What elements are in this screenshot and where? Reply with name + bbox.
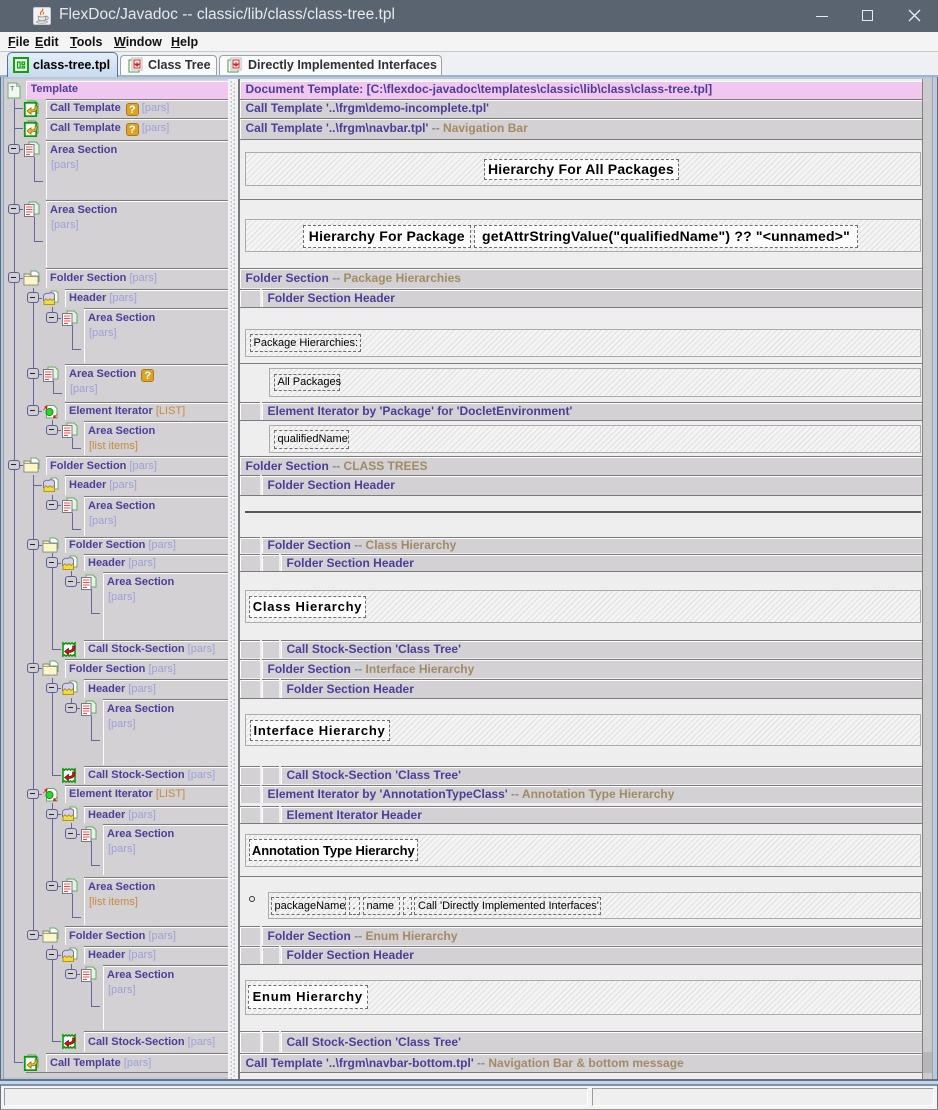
svg-text:T: T — [10, 85, 14, 92]
